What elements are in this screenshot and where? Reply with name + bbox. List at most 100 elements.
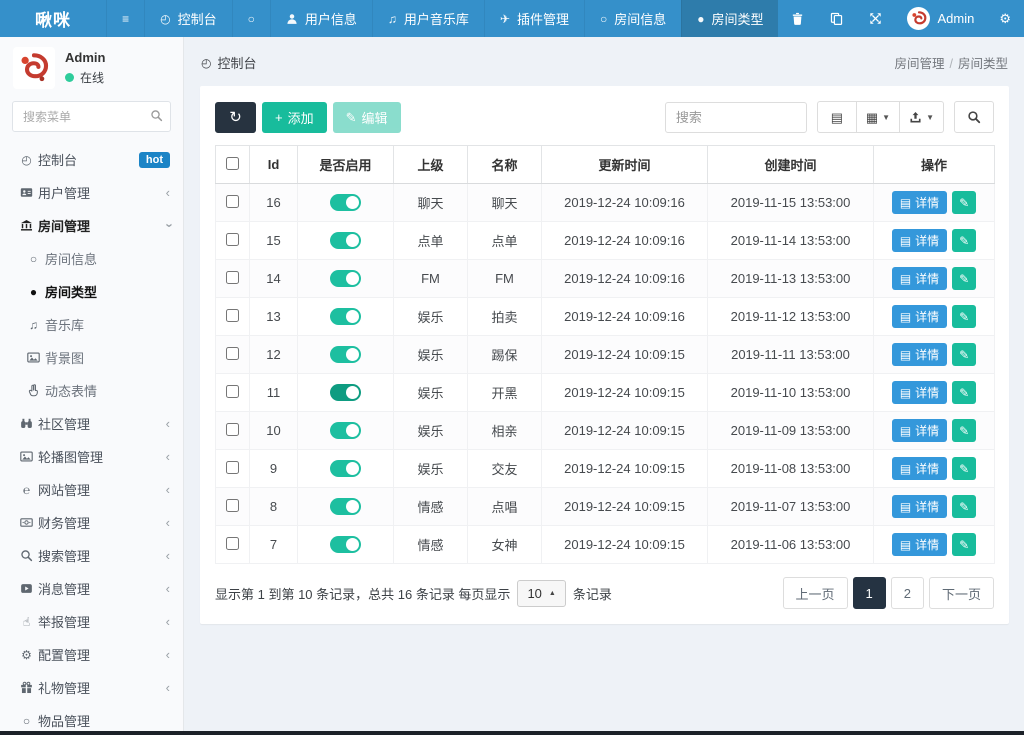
sidebar-item-emotes[interactable]: 动态表情: [0, 374, 183, 407]
id-cell: 15: [249, 221, 298, 260]
table-row: 13 娱乐 拍卖 2019-12-24 10:09:16 2019-11-12 13:5…: [215, 297, 995, 336]
detail-button[interactable]: ▤ 详情: [891, 343, 948, 366]
row-checkbox[interactable]: [226, 460, 239, 474]
row-checkbox[interactable]: [226, 308, 239, 322]
pencil-icon: ✎: [959, 499, 970, 514]
enable-toggle[interactable]: [330, 384, 361, 402]
sidebar-item-label: 房间管理: [38, 219, 91, 234]
sidebar-item-room-type[interactable]: ● 房间类型: [0, 275, 183, 308]
updated-cell: 2019-12-24 10:09:15: [541, 449, 708, 488]
sidebar-item-message-mgmt[interactable]: 消息管理 ‹: [0, 572, 183, 605]
edit-row-button[interactable]: ✎: [952, 495, 977, 518]
sidebar-item-config-mgmt[interactable]: ⚙ 配置管理 ‹: [0, 638, 183, 671]
select-all-checkbox[interactable]: [226, 156, 239, 170]
edit-row-button[interactable]: ✎: [952, 419, 977, 442]
sidebar-item-finance-mgmt[interactable]: 财务管理 ‹: [0, 506, 183, 539]
add-button-label: 添加: [287, 110, 314, 126]
page-button-prev[interactable]: 上一页: [782, 577, 848, 609]
sidebar-item-report-mgmt[interactable]: ☝ 举报管理 ‹: [0, 605, 183, 638]
record-summary: 显示第 1 到第 10 条记录，总共 16 条记录 每页显示 10 ▲ 条记录: [215, 579, 612, 607]
created-cell: 2019-11-06 13:53:00: [707, 525, 874, 564]
id-cell: 10: [249, 411, 298, 450]
page-button-page-2[interactable]: 2: [890, 577, 924, 609]
row-checkbox[interactable]: [226, 270, 239, 284]
edit-row-button[interactable]: ✎: [952, 305, 977, 328]
detail-button[interactable]: ▤ 详情: [891, 419, 948, 442]
sidebar-item-community-mgmt[interactable]: 社区管理 ‹: [0, 407, 183, 440]
row-checkbox[interactable]: [226, 384, 239, 398]
sidebar-item-music-lib[interactable]: ♫ 音乐库: [0, 308, 183, 341]
enable-toggle[interactable]: [330, 346, 361, 364]
edit-row-button[interactable]: ✎: [952, 457, 977, 480]
export-button[interactable]: ▼: [900, 101, 944, 133]
sidebar-item-console[interactable]: ◴ 控制台 hot: [0, 143, 183, 176]
edit-row-button[interactable]: ✎: [952, 381, 977, 404]
row-checkbox[interactable]: [226, 232, 239, 246]
enable-toggle[interactable]: [330, 536, 361, 554]
sidebar-item-gift-mgmt[interactable]: 礼物管理 ‹: [0, 671, 183, 704]
tab-blank[interactable]: ○: [231, 0, 270, 37]
page-size-dropdown[interactable]: 10 ▲: [517, 579, 566, 607]
detail-button[interactable]: ▤ 详情: [891, 457, 948, 480]
tab-console[interactable]: ◴ 控制台: [144, 0, 232, 37]
brand[interactable]: 啾咪: [0, 0, 106, 37]
toggle-view-button[interactable]: ▤: [816, 101, 857, 133]
enable-toggle[interactable]: [330, 232, 361, 250]
detail-button[interactable]: ▤ 详情: [891, 267, 948, 290]
sidebar-item-search-mgmt[interactable]: 搜索管理 ‹: [0, 539, 183, 572]
enable-toggle[interactable]: [330, 460, 361, 478]
edit-row-button[interactable]: ✎: [952, 191, 977, 214]
table-search-input[interactable]: [664, 101, 807, 133]
tab-user-info[interactable]: 用户信息: [269, 0, 372, 37]
detail-button[interactable]: ▤ 详情: [891, 229, 948, 252]
fullscreen-button[interactable]: [856, 0, 895, 37]
detail-button[interactable]: ▤ 详情: [891, 191, 948, 214]
tab-room-type[interactable]: ● 房间类型: [681, 0, 779, 37]
enable-toggle[interactable]: [330, 270, 361, 288]
sidebar-item-website-mgmt[interactable]: ℮ 网站管理 ‹: [0, 473, 183, 506]
detail-button[interactable]: ▤ 详情: [891, 495, 948, 518]
page-button-next[interactable]: 下一页: [928, 577, 994, 609]
edit-row-button[interactable]: ✎: [952, 267, 977, 290]
edit-row-button[interactable]: ✎: [952, 229, 977, 252]
row-checkbox[interactable]: [226, 346, 239, 360]
sidebar-item-user-mgmt[interactable]: 用户管理 ‹: [0, 176, 183, 209]
detail-button[interactable]: ▤ 详情: [891, 533, 948, 556]
sidebar-item-background[interactable]: 背景图: [0, 341, 183, 374]
ops-cell: ▤ 详情 ✎: [873, 335, 995, 374]
sidebar-item-room-mgmt[interactable]: 房间管理 ‹: [0, 209, 183, 242]
enable-toggle[interactable]: [330, 498, 361, 516]
trash-button[interactable]: [778, 0, 817, 37]
detail-button[interactable]: ▤ 详情: [891, 305, 948, 328]
add-button[interactable]: + 添加: [262, 101, 327, 133]
columns-button[interactable]: ▦ ▼: [856, 101, 901, 133]
refresh-button[interactable]: ↻: [215, 101, 256, 133]
parent-cell: 娱乐: [393, 373, 468, 412]
page-button-page-1[interactable]: 1: [852, 577, 886, 609]
sidebar-item-room-info[interactable]: ○ 房间信息: [0, 242, 183, 275]
search-button[interactable]: [954, 101, 994, 133]
sidebar-search-input[interactable]: [12, 101, 171, 132]
message-icon: [15, 582, 38, 595]
user-menu[interactable]: Admin: [895, 7, 986, 30]
row-checkbox[interactable]: [226, 194, 239, 208]
copy-button[interactable]: [817, 0, 856, 37]
settings-button[interactable]: ⚙: [986, 0, 1024, 37]
edit-button[interactable]: ✎ 编辑: [332, 101, 401, 133]
edit-row-button[interactable]: ✎: [952, 343, 977, 366]
enable-toggle[interactable]: [330, 308, 361, 326]
row-checkbox[interactable]: [226, 536, 239, 550]
detail-button[interactable]: ▤ 详情: [891, 381, 948, 404]
tab-user-music[interactable]: ♫ 用户音乐库: [371, 0, 484, 37]
chevron-left-icon: ‹: [165, 482, 170, 497]
edit-row-button[interactable]: ✎: [952, 533, 977, 556]
row-checkbox[interactable]: [226, 422, 239, 436]
row-checkbox[interactable]: [226, 498, 239, 512]
tab-room-info[interactable]: ○ 房间信息: [583, 0, 681, 37]
enable-toggle[interactable]: [330, 194, 361, 212]
sidebar-item-carousel-mgmt[interactable]: 轮播图管理 ‹: [0, 440, 183, 473]
tab-sidebar-toggle[interactable]: ≡: [106, 0, 144, 37]
breadcrumb-segment: 房间管理: [894, 57, 945, 71]
enable-toggle[interactable]: [330, 422, 361, 440]
tab-plugin-mgmt[interactable]: ✈ 插件管理: [483, 0, 584, 37]
